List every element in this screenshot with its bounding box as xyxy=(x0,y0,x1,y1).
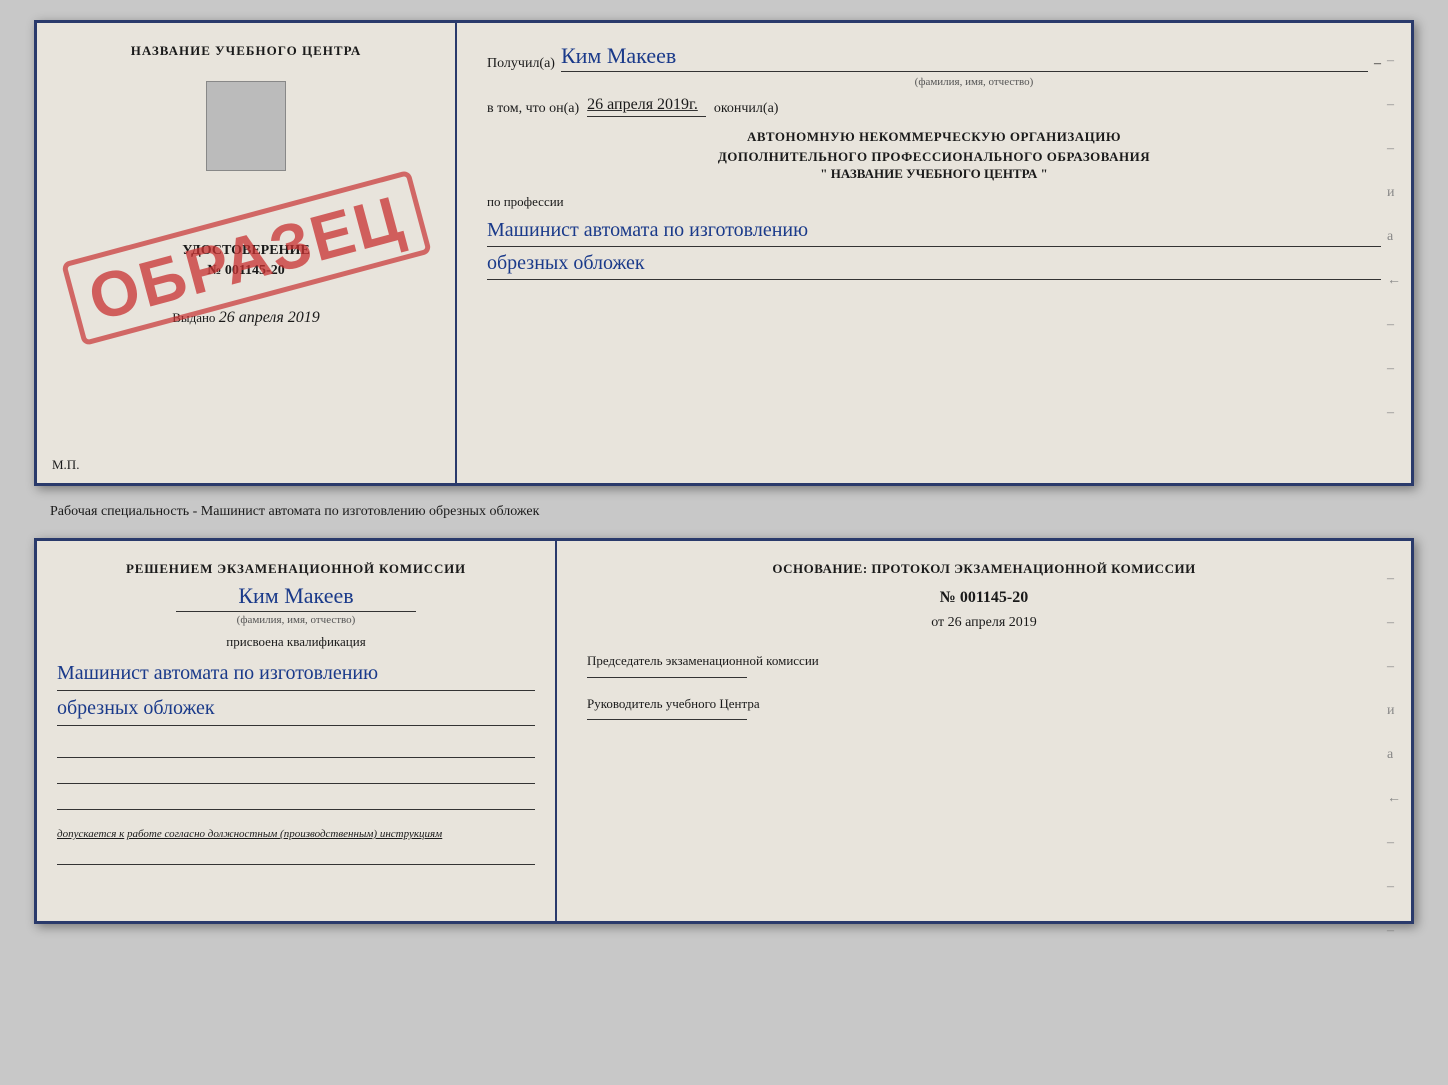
bottom-doc-left: Решением экзаменационной комиссии Ким Ма… xyxy=(37,541,557,921)
right-dashes-bottom: – – – и а ← – – – xyxy=(1387,571,1401,939)
dash-r7: – xyxy=(1387,317,1401,333)
director-block: Руководитель учебного Центра xyxy=(587,694,1381,721)
vtom-row: в том, что он(а) 26 апреля 2019г. окончи… xyxy=(487,96,1381,117)
dash-r2: – xyxy=(1387,97,1401,113)
profession-line2: обрезных обложек xyxy=(487,247,1381,280)
bottom-doc-right: Основание: протокол экзаменационной коми… xyxy=(557,541,1411,921)
ot-date: от 26 апреля 2019 xyxy=(587,615,1381,631)
top-training-center-title: НАЗВАНИЕ УЧЕБНОГО ЦЕНТРА xyxy=(131,43,362,59)
dopuskaetsya-text: допускается к работе согласно должностны… xyxy=(57,826,535,843)
vydano-date: 26 апреля 2019 xyxy=(219,309,320,326)
underline-bottom xyxy=(57,843,535,865)
osnovanie-text: Основание: протокол экзаменационной коми… xyxy=(587,561,1381,577)
top-doc-left: НАЗВАНИЕ УЧЕБНОГО ЦЕНТРА УДОСТОВЕРЕНИЕ №… xyxy=(37,23,457,483)
vtom-date: 26 апреля 2019г. xyxy=(587,96,706,117)
mp-label: М.П. xyxy=(52,457,79,473)
cert-number: № 001145-20 xyxy=(207,263,284,279)
poluchil-label: Получил(а) xyxy=(487,56,555,72)
dash1: – xyxy=(1374,56,1381,72)
protocol-number: № 001145-20 xyxy=(587,589,1381,607)
underline1 xyxy=(57,736,535,758)
bdash-r8: – xyxy=(1387,879,1401,895)
dash-r6: ← xyxy=(1387,273,1401,289)
org-line2: ДОПОЛНИТЕЛЬНОГО ПРОФЕССИОНАЛЬНОГО ОБРАЗО… xyxy=(487,147,1381,167)
dopuskaetsya-label: допускается к xyxy=(57,828,124,840)
vtom-label: в том, что он(а) xyxy=(487,101,579,117)
chairman-signature-line xyxy=(587,677,747,678)
ot-date-value: 26 апреля 2019 xyxy=(948,615,1037,630)
prisvoena-text: присвоена квалификация xyxy=(57,634,535,650)
dash-r5: а xyxy=(1387,229,1401,245)
separator-text: Рабочая специальность - Машинист автомат… xyxy=(20,504,539,520)
top-doc-right: Получил(а) Ким Макеев – (фамилия, имя, о… xyxy=(457,23,1411,483)
vydano-label: Выдано xyxy=(172,310,215,325)
director-label: Руководитель учебного Центра xyxy=(587,694,1381,714)
org-line1: АВТОНОМНУЮ НЕКОММЕРЧЕСКУЮ ОРГАНИЗАЦИЮ xyxy=(487,127,1381,147)
bdash-r3: – xyxy=(1387,659,1401,675)
org-block: АВТОНОМНУЮ НЕКОММЕРЧЕСКУЮ ОРГАНИЗАЦИЮ ДО… xyxy=(487,127,1381,182)
bdash-r5: а xyxy=(1387,747,1401,763)
org-name: " НАЗВАНИЕ УЧЕБНОГО ЦЕНТРА " xyxy=(487,166,1381,182)
dash-r8: – xyxy=(1387,361,1401,377)
ot-label: от xyxy=(931,615,944,630)
underline3 xyxy=(57,788,535,810)
bottom-document: Решением экзаменационной комиссии Ким Ма… xyxy=(34,538,1414,924)
dash-r1: – xyxy=(1387,53,1401,69)
dash-r3: – xyxy=(1387,141,1401,157)
bdash-r4: и xyxy=(1387,703,1401,719)
chairman-label: Председатель экзаменационной комиссии xyxy=(587,651,1381,671)
dopuskaetsya-value: работе согласно должностным (производств… xyxy=(127,828,442,840)
okonchil-label: окончил(а) xyxy=(714,101,779,117)
qual-line1: Машинист автомата по изготовлению xyxy=(57,656,535,691)
underline2 xyxy=(57,762,535,784)
fio-sub-bottom: (фамилия, имя, отчество) xyxy=(57,614,535,626)
director-signature-line xyxy=(587,719,747,720)
dash-r9: – xyxy=(1387,405,1401,421)
bdash-r7: – xyxy=(1387,835,1401,851)
certificate-label: УДОСТОВЕРЕНИЕ xyxy=(182,243,309,259)
vydano-line: Выдано 26 апреля 2019 xyxy=(172,309,320,327)
poluchil-row: Получил(а) Ким Макеев – xyxy=(487,43,1381,72)
right-side-dashes: – – – и а ← – – – xyxy=(1387,53,1401,421)
fio-subtitle-top: (фамилия, имя, отчество) xyxy=(567,76,1381,88)
bdash-r9: – xyxy=(1387,923,1401,939)
qual-line2: обрезных обложек xyxy=(57,691,535,726)
photo-placeholder xyxy=(206,81,286,171)
top-document: НАЗВАНИЕ УЧЕБНОГО ЦЕНТРА УДОСТОВЕРЕНИЕ №… xyxy=(34,20,1414,486)
bdash-r1: – xyxy=(1387,571,1401,587)
bdash-r6: ← xyxy=(1387,791,1401,807)
recipient-name: Ким Макеев xyxy=(561,43,1368,72)
chairman-block: Председатель экзаменационной комиссии xyxy=(587,651,1381,678)
decision-text: Решением экзаменационной комиссии xyxy=(57,561,535,577)
po-professii-label: по профессии xyxy=(487,194,1381,210)
bottom-lines xyxy=(57,736,535,810)
fio-underline xyxy=(176,611,416,612)
profession-line1: Машинист автомата по изготовлению xyxy=(487,214,1381,247)
bdash-r2: – xyxy=(1387,615,1401,631)
dash-r4: и xyxy=(1387,185,1401,201)
bottom-recipient-name: Ким Макеев xyxy=(57,583,535,609)
